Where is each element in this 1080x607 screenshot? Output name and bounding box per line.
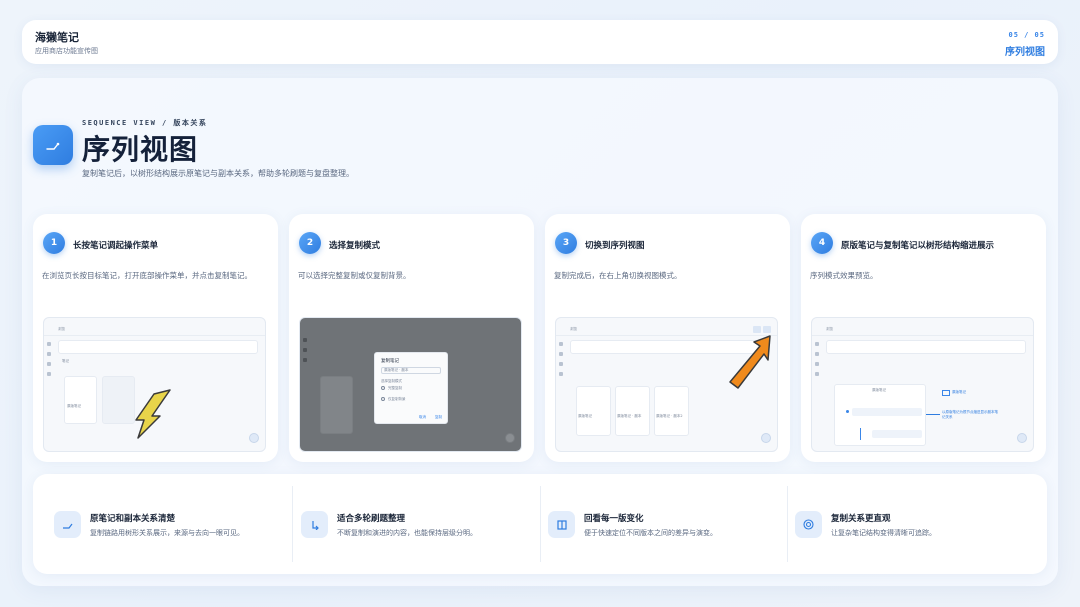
note-card [615,386,650,436]
feature-title: 原笔记和副本关系清楚 [90,514,176,524]
feature-description: 便于快速定位不同版本之间的差异与演变。 [584,529,717,537]
step-card-3: 3 切换到序列视图 复制完成后，在右上角切换视图模式。 浏览 原版笔记 原版笔记… [545,214,790,462]
dialog-input[interactable]: 原版笔记 · 副本 [384,368,408,373]
feature-title: 回看每一版变化 [584,514,644,524]
note-card [64,376,97,424]
option-background-copy[interactable]: 仅复制背景 [388,397,406,402]
note-card [576,386,611,436]
step-description: 复制完成后，在右上角切换视图模式。 [554,271,682,280]
step-title: 长按笔记调起操作菜单 [73,241,159,251]
step-title: 原版笔记与复制笔记以树形结构缩进展示 [841,241,995,251]
dialog-confirm-button[interactable]: 复制 [435,415,442,420]
feature-description: 复制链路用树形关系展示，来源与去向一眼可见。 [90,529,244,537]
screen-section: 笔记 [62,359,69,363]
feature-description: 不断复制和演进的内容，也能保持层级分明。 [337,529,477,537]
eyebrow-label: SEQUENCE VIEW / 版本关系 [82,119,208,127]
mode-label: 选择复制模式 [381,379,402,383]
switch-arrow-icon [729,335,771,389]
screen-header: 浏览 [570,327,577,331]
screenshot-long-press: 浏览 笔记 原版笔记 [43,317,266,452]
screen-header: 浏览 [826,327,833,331]
page-name: 序列视图 [1005,47,1045,58]
screen-header: 浏览 [58,327,65,331]
app-subtitle: 应用商店功能宣传图 [35,47,98,55]
dialog-cancel-button[interactable]: 取消 [419,415,426,420]
feature-strip: 原笔记和副本关系清楚 复制链路用树形关系展示，来源与去向一眼可见。 适合多轮刷题… [33,474,1047,574]
feature-title: 适合多轮刷题整理 [337,514,406,524]
step-description: 在浏览页长按目标笔记，打开底部操作菜单，并点击复制笔记。 [42,271,252,280]
compare-icon [548,511,575,538]
dialog-title: 复制笔记 [381,359,399,364]
app-title: 海獭笔记 [35,31,79,44]
feature-title: 复制关系更直观 [831,514,891,524]
screen-sidebar [47,342,53,382]
note-card [654,386,689,436]
step-description: 可以选择完整复制或仅复制背景。 [298,271,411,280]
target-icon [795,511,822,538]
step-card-2: 2 选择复制模式 可以选择完整复制或仅复制背景。 复制笔记 原版笔记 · 副本 … [289,214,534,462]
feature-item: 回看每一版变化 便于快速定位不同版本之间的差异与演变。 [527,474,780,574]
step-card-4: 4 原版笔记与复制笔记以树形结构缩进展示 序列模式效果预览。 浏览 原版笔记 原… [801,214,1046,462]
screenshot-copy-dialog: 复制笔记 原版笔记 · 副本 选择复制模式 完整复制 仅复制背景 取消 复制 [299,317,522,452]
callout-description: 以原版笔记为根节点缩进显示副本笔记关系 [942,410,998,419]
page-number: 05 / 05 [1008,31,1045,39]
branch-icon [54,511,81,538]
feature-item: 适合多轮刷题整理 不断复制和演进的内容，也能保持层级分明。 [280,474,533,574]
step-title: 选择复制模式 [329,241,381,251]
step-number: 3 [555,232,577,254]
tree-root-label: 原版笔记 [872,388,886,392]
step-number: 4 [811,232,833,254]
press-arrow-icon [135,389,171,439]
callout-title: 原版笔记 [952,390,966,394]
page-description: 复制笔记后，以树形结构展示原笔记与副本关系，帮助多轮刷题与复盘整理。 [82,169,354,178]
feature-item: 复制关系更直观 让复杂笔记结构变得清晰可追踪。 [774,474,1027,574]
indent-arrow-icon [301,511,328,538]
step-card-1: 1 长按笔记调起操作菜单 在浏览页长按目标笔记，打开底部操作菜单，并点击复制笔记… [33,214,278,462]
tree-branch-icon [33,125,73,165]
screenshot-switch-view: 浏览 原版笔记 原版笔记 · 副本 原版笔记 · 副本2 [555,317,778,452]
note-label: 原版笔记 · 副本2 [656,414,683,418]
step-number: 1 [43,232,65,254]
feature-item: 原笔记和副本关系清楚 复制链路用树形关系展示，来源与去向一眼可见。 [33,474,286,574]
note-label: 原版笔记 [67,404,81,408]
note-label: 原版笔记 [578,414,592,418]
page-title: 序列视图 [82,133,199,166]
feature-description: 让复杂笔记结构变得清晰可追踪。 [831,529,936,537]
top-bar: 海獭笔记 应用商店功能宣传图 05 / 05 序列视图 [22,20,1058,64]
option-full-copy[interactable]: 完整复制 [388,386,402,391]
copy-dialog: 复制笔记 原版笔记 · 副本 选择复制模式 完整复制 仅复制背景 取消 复制 [374,352,448,424]
screenshot-tree-view: 浏览 原版笔记 原版笔记 以原版笔记为根节点缩进显示副本笔记关系 [811,317,1034,452]
step-number: 2 [299,232,321,254]
step-description: 序列模式效果预览。 [810,271,878,280]
step-title: 切换到序列视图 [585,241,645,251]
note-label: 原版笔记 · 副本 [617,414,642,418]
